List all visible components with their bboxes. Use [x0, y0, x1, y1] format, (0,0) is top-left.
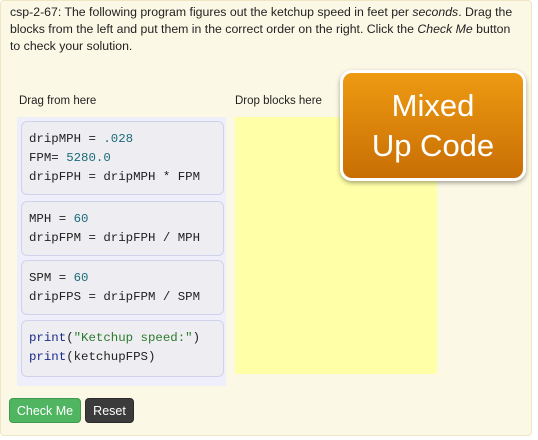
check-me-button[interactable]: Check Me: [9, 398, 81, 423]
instructions-prefix: csp-2-67: The following program figures …: [10, 5, 413, 19]
code-block-4[interactable]: print("Ketchup speed:") print(ketchupFPS): [21, 320, 224, 377]
code-token: "Ketchup speed:": [73, 331, 193, 345]
code-token: dripFPS = dripFPM / SPM: [29, 290, 201, 304]
drop-blocks-label: Drop blocks here: [235, 95, 322, 107]
code-line: dripFPH = dripMPH * FPM: [29, 168, 223, 187]
mixed-up-code-badge: Mixed Up Code: [340, 70, 526, 181]
code-token: 60: [73, 212, 89, 226]
code-token: print: [29, 350, 67, 364]
reset-button[interactable]: Reset: [85, 398, 134, 423]
code-block-2[interactable]: MPH = 60 dripFPM = dripFPH / MPH: [21, 201, 224, 256]
code-token: ): [192, 331, 201, 345]
code-line: dripFPS = dripFPM / SPM: [29, 288, 223, 307]
badge-line-1: Mixed: [391, 88, 475, 123]
code-token: dripFPH = dripMPH * FPM: [29, 170, 201, 184]
code-block-1[interactable]: dripMPH = .028 FPM= 5280.0 dripFPH = dripM…: [21, 121, 224, 195]
code-token: .028: [103, 132, 134, 146]
code-token: dripMPH =: [29, 132, 104, 146]
code-token: (ketchupFPS): [66, 350, 156, 364]
code-token: FPM=: [29, 151, 67, 165]
code-token: MPH =: [29, 212, 74, 226]
code-line: print(ketchupFPS): [29, 348, 223, 367]
code-block-3[interactable]: SPM = 60 dripFPS = dripFPM / SPM: [21, 260, 224, 315]
code-token: SPM =: [29, 271, 74, 285]
code-token: 60: [73, 271, 89, 285]
code-line: SPM = 60: [29, 269, 223, 288]
instructions-text: csp-2-67: The following program figures …: [10, 4, 520, 55]
drag-from-label: Drag from here: [19, 95, 97, 107]
code-token: (: [66, 331, 74, 345]
code-line: FPM= 5280.0: [29, 149, 223, 168]
badge-line-2: Up Code: [371, 128, 495, 163]
code-line: dripMPH = .028: [29, 130, 223, 149]
instructions-emphasis-seconds: seconds: [412, 5, 459, 19]
code-line: dripFPM = dripFPH / MPH: [29, 229, 223, 248]
code-token: 5280.0: [66, 151, 111, 165]
code-line: MPH = 60: [29, 210, 223, 229]
code-line: print("Ketchup speed:"): [29, 329, 223, 348]
code-token: print: [29, 331, 67, 345]
instructions-emphasis-checkme: Check Me: [417, 22, 473, 36]
code-token: dripFPM = dripFPH / MPH: [29, 231, 201, 245]
